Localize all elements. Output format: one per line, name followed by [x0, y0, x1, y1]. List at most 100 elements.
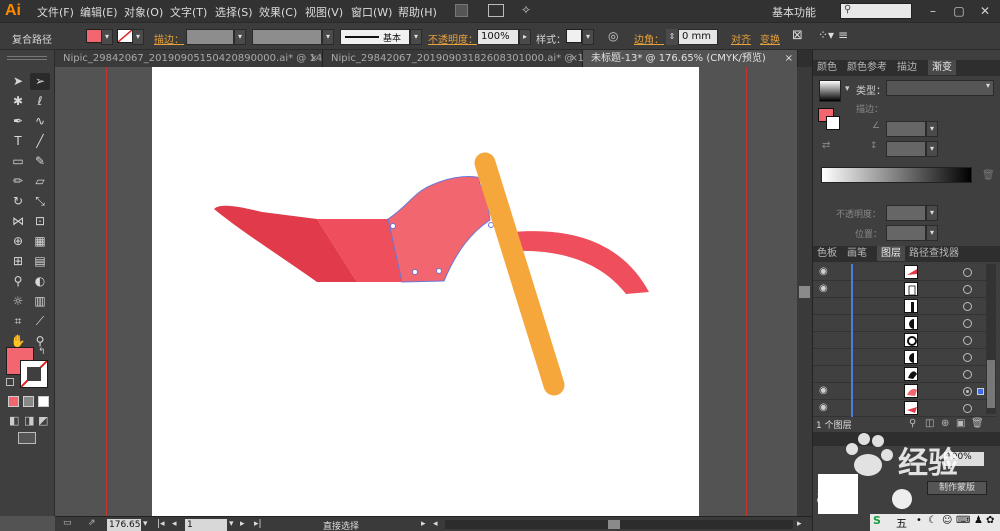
- selection-indicator[interactable]: [977, 388, 984, 395]
- gradient-position-dropdown[interactable]: ▾: [926, 225, 938, 241]
- line-tool-icon[interactable]: ╱: [30, 133, 50, 150]
- tab-brushes[interactable]: 画笔: [847, 246, 867, 261]
- layer-row[interactable]: ◉: [813, 264, 997, 281]
- anchor-point[interactable]: [390, 223, 396, 229]
- panel-menu-icon[interactable]: ≡: [838, 28, 848, 42]
- draw-behind-icon[interactable]: ◨: [24, 414, 34, 427]
- anchor-point[interactable]: [436, 268, 442, 274]
- variable-width-profile[interactable]: [252, 29, 322, 45]
- tab-color[interactable]: 颜色: [817, 60, 837, 75]
- draw-normal-icon[interactable]: ◧: [9, 414, 19, 427]
- blend-tool-icon[interactable]: ◐: [30, 273, 50, 290]
- ime-punct-icon[interactable]: •: [916, 515, 922, 526]
- artboard-number-field[interactable]: 1: [185, 519, 227, 531]
- visibility-eye-icon[interactable]: [819, 334, 831, 346]
- tab-document-active[interactable]: 未标题-13* @ 176.65% (CMYK/预览) ×: [583, 50, 798, 67]
- menu-help[interactable]: 帮助(H): [398, 4, 437, 20]
- aspect-dropdown[interactable]: ▾: [926, 141, 938, 157]
- gradient-opacity-dropdown[interactable]: ▾: [926, 205, 938, 221]
- layer-target-circle[interactable]: [963, 319, 972, 328]
- menu-select[interactable]: 选择(S): [215, 4, 253, 20]
- layers-scroll-thumb[interactable]: [987, 360, 995, 408]
- tank-pink-shape[interactable]: [388, 176, 490, 282]
- horizontal-scroll-thumb[interactable]: [608, 520, 620, 529]
- gradient-stroke-swatch[interactable]: [826, 116, 840, 130]
- none-mode-icon[interactable]: [38, 396, 49, 407]
- paintbrush-tool-icon[interactable]: ✎: [30, 153, 50, 170]
- maximize-icon[interactable]: ▢: [946, 2, 972, 20]
- layer-row[interactable]: [813, 315, 997, 332]
- graphic-style-swatch[interactable]: [566, 29, 582, 43]
- scale-tool-icon[interactable]: ⤡: [30, 193, 50, 210]
- rotate-tool-icon[interactable]: ↻: [8, 193, 28, 210]
- tab-color-guide[interactable]: 颜色参考: [847, 60, 887, 75]
- lasso-tool-icon[interactable]: ℓ: [30, 93, 50, 110]
- toolbar-grip[interactable]: [7, 56, 47, 60]
- stroke-dropdown[interactable]: ▾: [132, 29, 144, 45]
- style-dropdown[interactable]: ▾: [582, 29, 594, 45]
- layer-target-circle[interactable]: [963, 268, 972, 277]
- gradient-tool-icon[interactable]: ▤: [30, 253, 50, 270]
- search-input[interactable]: ⚲: [840, 3, 912, 19]
- scroll-left-icon[interactable]: ◂: [433, 519, 438, 529]
- direct-selection-tool-icon[interactable]: ➢: [30, 73, 50, 90]
- artboard-nav-icon[interactable]: ▭: [63, 518, 72, 528]
- layer-target-circle[interactable]: [963, 404, 972, 413]
- tab-stroke[interactable]: 描边: [897, 60, 917, 75]
- layer-row[interactable]: ◉: [813, 400, 997, 417]
- layer-target-circle[interactable]: [963, 302, 972, 311]
- tab-swatches[interactable]: 色板: [817, 246, 837, 261]
- brush-dropdown[interactable]: ▾: [410, 29, 422, 45]
- last-artboard-icon[interactable]: ▸|: [254, 519, 262, 529]
- slice-tool-icon[interactable]: ⟋: [30, 313, 50, 330]
- rectangle-tool-icon[interactable]: ▭: [8, 153, 28, 170]
- fork-bar-shape[interactable]: [474, 152, 565, 396]
- tab-document-2[interactable]: Nipic_29842067_20190903182608301000.ai* …: [323, 50, 600, 67]
- next-artboard-icon[interactable]: ▸: [240, 519, 245, 529]
- artboard[interactable]: [152, 67, 699, 516]
- symbol-sprayer-tool-icon[interactable]: ☼: [8, 293, 28, 310]
- visibility-eye-icon[interactable]: [819, 317, 831, 329]
- gradient-aspect-field[interactable]: [886, 141, 926, 157]
- visibility-eye-icon[interactable]: [819, 351, 831, 363]
- tab-pathfinder[interactable]: 路径查找器: [909, 246, 959, 261]
- transform-link[interactable]: 变换: [760, 31, 780, 46]
- delete-stop-icon[interactable]: 🗑: [982, 170, 995, 181]
- tab-gradient[interactable]: 渐变: [928, 60, 956, 75]
- visibility-eye-icon[interactable]: ◉: [819, 266, 831, 278]
- layer-target-circle[interactable]: [963, 387, 972, 396]
- zoom-field[interactable]: 176.65: [107, 519, 141, 531]
- fill-dropdown[interactable]: ▾: [101, 29, 113, 45]
- layer-row[interactable]: [813, 349, 997, 366]
- layer-row[interactable]: ◉: [813, 383, 997, 400]
- visibility-eye-icon[interactable]: [819, 368, 831, 380]
- vertical-scroll-thumb[interactable]: [799, 286, 810, 298]
- layer-target-circle[interactable]: [963, 285, 972, 294]
- previous-artboard-icon[interactable]: ◂: [172, 519, 177, 529]
- corner-radius-field[interactable]: 0 mm: [678, 29, 718, 45]
- anchor-point[interactable]: [412, 269, 418, 275]
- gradient-angle-field[interactable]: [886, 121, 926, 137]
- opacity-label[interactable]: 不透明度：: [428, 31, 478, 46]
- visibility-eye-icon[interactable]: ◉: [819, 402, 831, 414]
- angle-dropdown[interactable]: ▾: [926, 121, 938, 137]
- first-artboard-icon[interactable]: |◂: [157, 519, 165, 529]
- eraser-tool-icon[interactable]: ▱: [30, 173, 50, 190]
- layer-row[interactable]: [813, 298, 997, 315]
- tab-document-1[interactable]: Nipic_29842067_20190905150420890000.ai* …: [55, 50, 332, 67]
- gradient-preset-dropdown[interactable]: ▾: [845, 84, 850, 94]
- reverse-gradient-icon[interactable]: ⇄: [822, 140, 830, 151]
- pen-tool-icon[interactable]: ✒: [8, 113, 28, 130]
- menu-edit[interactable]: 编辑(E): [80, 4, 118, 20]
- shape-builder-tool-icon[interactable]: ⊕: [8, 233, 28, 250]
- opacity-field[interactable]: 100%: [477, 29, 519, 45]
- menu-effect[interactable]: 效果(C): [259, 4, 297, 20]
- swap-fill-stroke-icon[interactable]: ↰: [38, 347, 46, 357]
- brush-definition[interactable]: 基本: [340, 29, 410, 45]
- artboard-tool-icon[interactable]: ⌗: [8, 313, 28, 330]
- screen-mode-icon[interactable]: [18, 432, 36, 444]
- mesh-tool-icon[interactable]: ⊞: [8, 253, 28, 270]
- curvature-tool-icon[interactable]: ∿: [30, 113, 50, 130]
- type-tool-icon[interactable]: T: [8, 133, 28, 150]
- magic-wand-tool-icon[interactable]: ✱: [8, 93, 28, 110]
